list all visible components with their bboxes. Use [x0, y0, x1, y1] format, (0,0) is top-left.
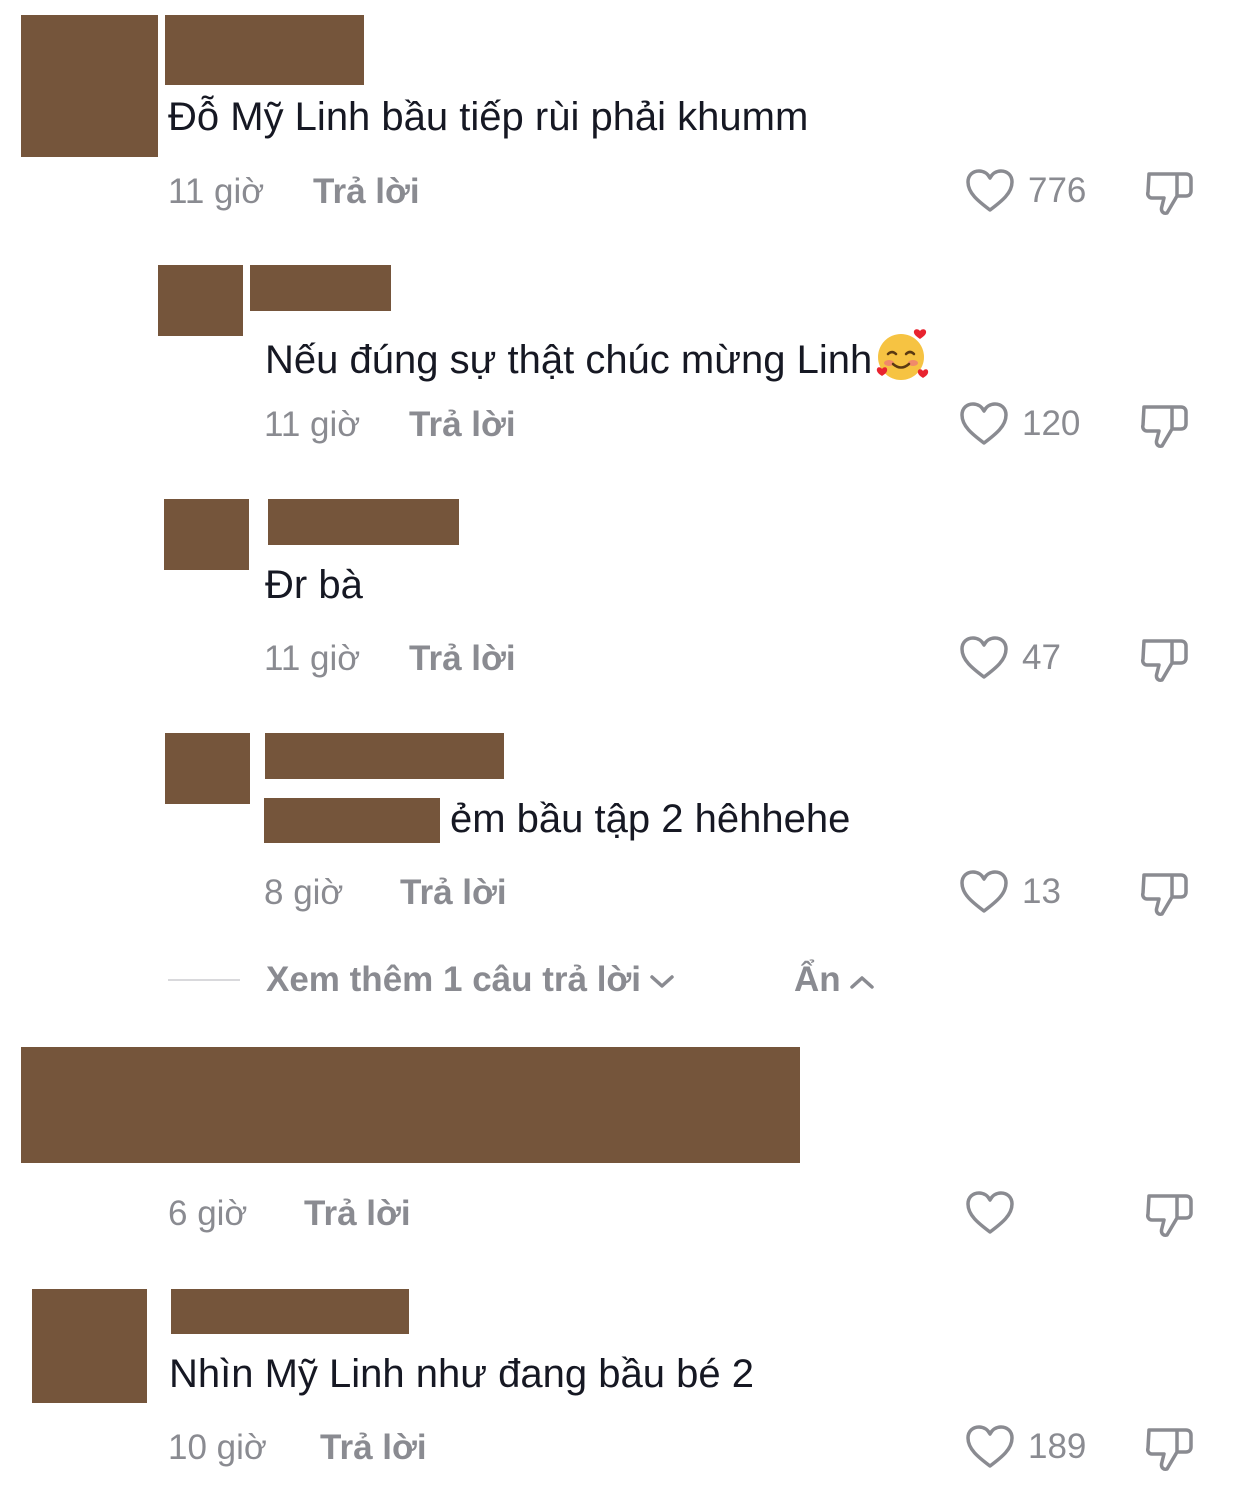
like-count: 13 — [1022, 872, 1061, 911]
smiling-face-with-hearts-icon — [877, 329, 929, 380]
comment-text: Nếu đúng sự thật chúc mừng Linh — [265, 327, 930, 384]
thumbs-down-icon — [1141, 405, 1188, 448]
reply-button[interactable]: Trả lời — [400, 873, 507, 913]
dislike-button[interactable] — [1138, 867, 1190, 924]
dislike-button[interactable] — [1143, 1188, 1195, 1245]
comment-text: Đỗ Mỹ Linh bầu tiếp rùi phải khumm — [168, 95, 809, 139]
thumbs-down-icon — [1141, 873, 1188, 916]
comment-time: 11 giờ — [264, 405, 361, 444]
reply-button[interactable]: Trả lời — [320, 1428, 427, 1468]
like-button[interactable]: 776 — [964, 168, 1086, 214]
username-redacted[interactable] — [250, 265, 391, 311]
heart-icon — [966, 1191, 1014, 1234]
dislike-button[interactable] — [1138, 399, 1190, 456]
like-count: 189 — [1028, 1427, 1087, 1466]
username-redacted[interactable] — [268, 499, 459, 545]
heart-icon — [966, 169, 1014, 212]
chevron-up-icon — [849, 976, 874, 989]
thumbs-down-icon — [1146, 1194, 1193, 1237]
username-redacted[interactable] — [265, 733, 504, 779]
like-button[interactable]: 189 — [964, 1424, 1086, 1470]
reply-button[interactable]: Trả lời — [304, 1194, 411, 1234]
avatar-redacted[interactable] — [164, 499, 249, 570]
comment-time: 10 giờ — [168, 1428, 267, 1467]
thumbs-down-icon — [1141, 639, 1188, 682]
mention-redacted[interactable] — [264, 798, 440, 843]
reply-button[interactable]: Trả lời — [409, 639, 516, 679]
hide-replies-button[interactable]: Ẩn — [794, 958, 875, 1002]
heart-icon — [960, 870, 1008, 913]
like-button[interactable]: 47 — [958, 635, 1061, 681]
username-redacted[interactable] — [171, 1289, 409, 1334]
comment-time: 6 giờ — [168, 1194, 248, 1233]
avatar-redacted[interactable] — [21, 15, 158, 157]
thumbs-down-icon — [1146, 172, 1193, 215]
dislike-button[interactable] — [1138, 633, 1190, 690]
view-more-replies-button[interactable]: Xem thêm 1 câu trả lời — [266, 958, 675, 1002]
like-button[interactable] — [964, 1190, 1028, 1236]
reply-button[interactable]: Trả lời — [313, 172, 420, 212]
like-button[interactable]: 13 — [958, 869, 1061, 915]
hide-replies-label: Ẩn — [794, 960, 841, 999]
avatar-redacted[interactable] — [32, 1289, 147, 1403]
heart-icon — [960, 636, 1008, 679]
dislike-button[interactable] — [1143, 166, 1195, 223]
heart-icon — [960, 402, 1008, 445]
chevron-down-icon — [650, 975, 674, 988]
like-count: 120 — [1022, 404, 1081, 443]
comment-header-redacted[interactable] — [21, 1047, 800, 1163]
thumbs-down-icon — [1146, 1428, 1193, 1471]
comment-time: 8 giờ — [264, 873, 344, 912]
comment-text: Đr bà — [265, 563, 363, 607]
comment-text-body: Nếu đúng sự thật chúc mừng Linh — [265, 338, 873, 382]
like-count: 47 — [1022, 638, 1061, 677]
comment-text: Nhìn Mỹ Linh như đang bầu bé 2 — [169, 1352, 754, 1396]
dislike-button[interactable] — [1143, 1422, 1195, 1479]
reply-button[interactable]: Trả lời — [409, 405, 516, 445]
comment-text: ẻm bầu tập 2 hêhhehe — [450, 797, 851, 841]
replies-controls: Xem thêm 1 câu trả lời Ẩn — [168, 958, 908, 1002]
avatar-redacted[interactable] — [158, 265, 243, 336]
avatar-redacted[interactable] — [165, 733, 250, 804]
comment-time: 11 giờ — [168, 172, 265, 211]
like-count: 776 — [1028, 171, 1087, 210]
username-redacted[interactable] — [165, 15, 364, 85]
like-button[interactable]: 120 — [958, 401, 1080, 447]
view-more-replies-label: Xem thêm 1 câu trả lời — [266, 960, 642, 999]
heart-icon — [966, 1425, 1014, 1468]
comment-time: 11 giờ — [264, 639, 361, 678]
thread-divider — [168, 979, 240, 981]
